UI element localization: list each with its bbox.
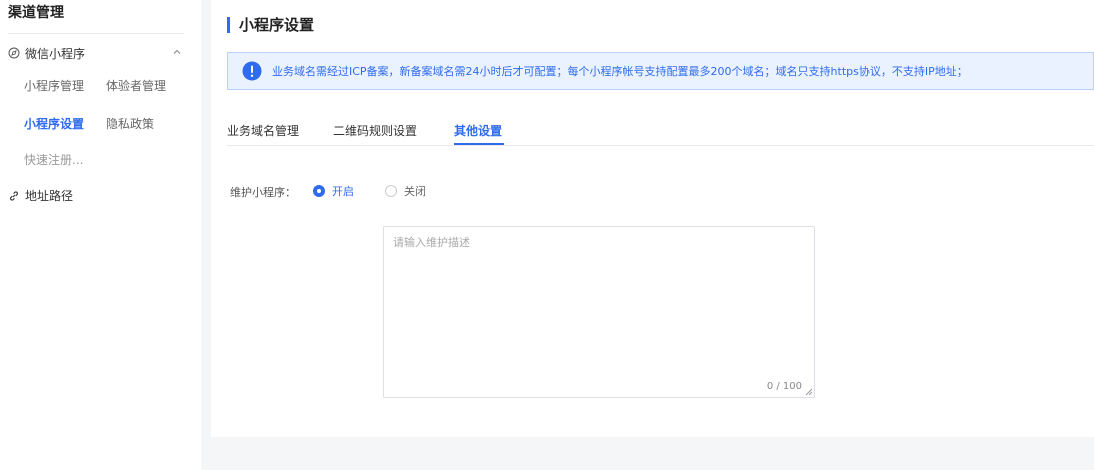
page-title: 小程序设置 <box>227 17 314 33</box>
sidebar-divider <box>8 33 184 34</box>
radio-enable-label: 开启 <box>332 185 354 198</box>
chevron-up-icon[interactable] <box>172 47 182 57</box>
main-panel: 小程序设置 业务域名需经过ICP备案，新备案域名需24小时后才可配置；每个小程序… <box>211 0 1094 437</box>
sidebar-subrow: 快速注册... <box>24 151 105 168</box>
sidebar-group-label: 微信小程序 <box>25 46 86 61</box>
sidebar-item-quick-register[interactable]: 快速注册... <box>24 151 83 168</box>
exclamation-icon <box>242 61 262 81</box>
resize-handle-icon[interactable] <box>805 388 813 396</box>
info-alert: 业务域名需经过ICP备案，新备案域名需24小时后才可配置；每个小程序帐号支持配置… <box>227 52 1094 90</box>
tab-bar: 业务域名管理 二维码规则设置 其他设置 <box>227 112 1094 146</box>
tab-qrcode-rules[interactable]: 二维码规则设置 <box>333 122 417 139</box>
sidebar-item-privacy-policy[interactable]: 隐私政策 <box>106 115 154 132</box>
radio-enable[interactable]: 开启 <box>313 183 354 199</box>
sidebar-item-tester-management[interactable]: 体验者管理 <box>106 77 166 94</box>
radio-disable-label: 关闭 <box>404 185 426 198</box>
sidebar-subrow: 小程序设置 隐私政策 <box>24 115 176 132</box>
tab-other-settings[interactable]: 其他设置 <box>454 122 502 139</box>
sidebar: 渠道管理 微信小程序 小程序管理 体验者管理 小程序设置 隐私政策 快速注册..… <box>0 0 201 470</box>
sidebar-item-label: 地址路径 <box>25 189 74 203</box>
radio-disable[interactable]: 关闭 <box>385 183 426 199</box>
compass-icon <box>8 47 20 59</box>
maintenance-description-input[interactable] <box>384 227 814 397</box>
link-icon <box>10 190 18 201</box>
sidebar-subrow: 小程序管理 体验者管理 <box>24 77 188 94</box>
radio-unchecked-icon[interactable] <box>385 185 397 197</box>
alert-text: 业务域名需经过ICP备案，新备案域名需24小时后才可配置；每个小程序帐号支持配置… <box>272 65 968 78</box>
sidebar-group-wechat-miniprogram[interactable]: 微信小程序 <box>8 45 184 61</box>
maintenance-label: 维护小程序： <box>230 186 296 199</box>
char-counter: 0 / 100 <box>766 381 802 392</box>
tab-business-domain[interactable]: 业务域名管理 <box>227 122 299 139</box>
sidebar-item-miniprogram-management[interactable]: 小程序管理 <box>24 77 84 94</box>
radio-checked-icon[interactable] <box>313 185 325 197</box>
sidebar-item-miniprogram-settings[interactable]: 小程序设置 <box>24 115 84 132</box>
sidebar-item-address-path[interactable]: 地址路径 <box>8 187 73 204</box>
sidebar-title: 渠道管理 <box>8 5 64 21</box>
active-tab-indicator <box>454 143 504 145</box>
maintenance-description-wrapper: 0 / 100 <box>383 226 815 398</box>
